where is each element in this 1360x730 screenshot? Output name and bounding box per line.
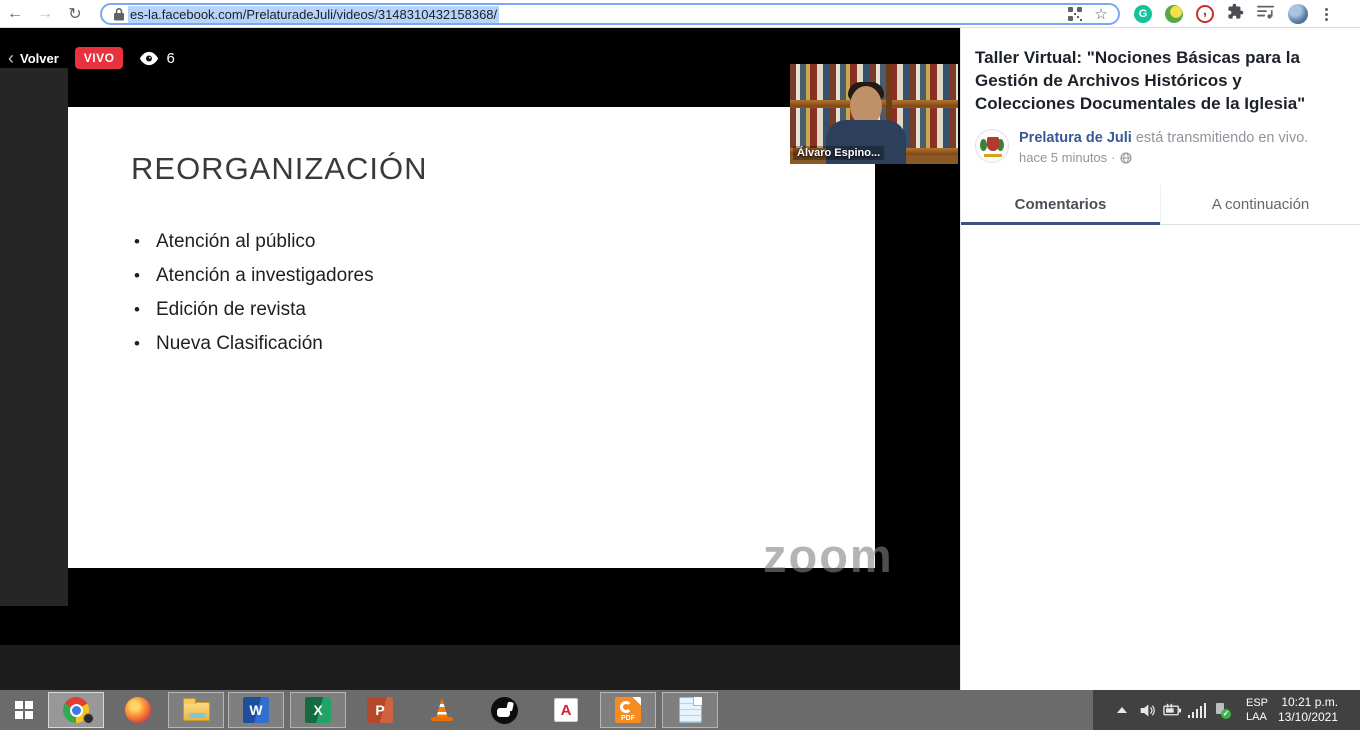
bookmark-star-icon[interactable]: ☆ [1092, 5, 1110, 23]
word-icon: W [243, 697, 269, 723]
clock-time: 10:21 p.m. [1278, 695, 1338, 710]
browser-toolbar: ← → ↻ es-la.facebook.com/PrelaturadeJuli… [0, 0, 1360, 28]
tray-language-indicator[interactable]: ESP LAA [1240, 690, 1274, 730]
taskbar-powerpoint-button[interactable]: P [352, 692, 408, 728]
zoom-watermark: zoom [763, 528, 894, 583]
player-left-letterbox [0, 68, 68, 606]
taskbar-foxit-button[interactable]: PDF [600, 692, 656, 728]
puzzle-extensions-icon[interactable] [1227, 3, 1244, 25]
video-title: Taller Virtual: "Nociones Básicas para l… [975, 46, 1344, 115]
taskbar-explorer-button[interactable] [168, 692, 224, 728]
sidebar-tabs: Comentarios A continuación [961, 185, 1360, 225]
tray-battery[interactable] [1160, 690, 1184, 730]
webcam-overlay: Álvaro Espino... [790, 64, 958, 164]
extensions-area: G , [1134, 2, 1332, 26]
acrobat-reader-icon: A [554, 698, 578, 722]
slide-bullet: Nueva Clasificación [134, 327, 374, 361]
eye-icon [139, 51, 159, 66]
tray-expand-chevron[interactable] [1112, 690, 1132, 730]
player-bottom-letterbox [0, 645, 960, 690]
windows-logo-icon [15, 701, 33, 719]
url-text[interactable]: es-la.facebook.com/PrelaturadeJuli/video… [128, 6, 499, 23]
facebook-sidebar: Taller Virtual: "Nociones Básicas para l… [960, 28, 1360, 690]
usb-eject-icon: ✓ [1213, 702, 1229, 718]
streaming-status: está transmitiendo en vivo. [1136, 130, 1308, 146]
speaker-icon [1139, 703, 1156, 718]
player-live-row: ‹ Volver VIVO 6 [8, 45, 175, 71]
taskbar-excel-button[interactable]: X [290, 692, 346, 728]
taskbar-word-button[interactable]: W [228, 692, 284, 728]
globe-privacy-icon [1120, 152, 1132, 164]
windows-taskbar: W X P A PDF [0, 690, 1360, 730]
tray-clock[interactable]: 10:21 p.m. 13/10/2021 [1272, 690, 1344, 730]
time-ago[interactable]: hace 5 minutos [1019, 150, 1107, 165]
slide-title: REORGANIZACIÓN [131, 151, 427, 187]
qr-code-icon[interactable] [1066, 5, 1084, 23]
chrome-profile-badge [83, 713, 94, 724]
video-player[interactable]: ‹ Volver VIVO 6 REORGANIZACIÓN Atención … [0, 28, 960, 690]
viewer-count-wrap: 6 [139, 50, 174, 67]
keyboard-layout: LAA [1246, 710, 1268, 724]
red-comma-extension-icon[interactable]: , [1196, 5, 1214, 23]
foxit-pdf-icon: PDF [615, 697, 641, 723]
meta-separator: · [1111, 150, 1115, 165]
black-circle-app-icon [491, 697, 518, 724]
tab-up-next[interactable]: A continuación [1160, 185, 1360, 224]
channel-avatar[interactable] [975, 129, 1009, 163]
slide-bullet: Atención a investigadores [134, 259, 374, 293]
lock-icon[interactable] [110, 5, 128, 23]
back-button[interactable]: Volver [20, 51, 59, 66]
start-button[interactable] [2, 692, 46, 728]
chevron-left-icon[interactable]: ‹ [8, 47, 14, 69]
signal-bars-icon [1188, 703, 1207, 718]
tray-usb-eject[interactable]: ✓ [1210, 690, 1232, 730]
post-meta: hace 5 minutos · [1019, 150, 1308, 165]
grammarly-extension-icon[interactable]: G [1134, 5, 1152, 23]
firefox-icon [125, 697, 151, 723]
live-badge: VIVO [75, 47, 124, 69]
forward-icon: → [30, 2, 60, 26]
browser-profile-avatar[interactable] [1288, 4, 1308, 24]
clock-date: 13/10/2021 [1278, 710, 1338, 725]
back-icon[interactable]: ← [0, 2, 30, 26]
address-bar[interactable]: es-la.facebook.com/PrelaturadeJuli/video… [100, 3, 1120, 25]
language-code: ESP [1246, 696, 1268, 710]
slide-bullet-list: Atención al público Atención a investiga… [134, 225, 374, 361]
browser-menu-icon[interactable] [1321, 8, 1332, 21]
channel-row: Prelatura de Juli está transmitiendo en … [975, 129, 1344, 165]
taskbar-vlc-button[interactable] [414, 692, 470, 728]
taskbar-chrome-button[interactable] [48, 692, 104, 728]
taskbar-notepad-button[interactable] [662, 692, 718, 728]
taskbar-black-circle-app-button[interactable] [476, 692, 532, 728]
taskbar-firefox-button[interactable] [110, 692, 166, 728]
reload-icon[interactable]: ↻ [60, 2, 90, 26]
tray-network[interactable] [1186, 690, 1208, 730]
channel-name-link[interactable]: Prelatura de Juli [1019, 130, 1132, 146]
webcam-participant-name: Álvaro Espino... [793, 146, 884, 160]
tray-volume[interactable] [1136, 690, 1158, 730]
green-yellow-extension-icon[interactable] [1165, 5, 1183, 23]
notepad-icon [679, 697, 702, 723]
battery-charging-icon [1163, 703, 1182, 717]
viewer-count: 6 [166, 50, 174, 67]
presentation-slide: REORGANIZACIÓN Atención al público Atenc… [68, 107, 875, 568]
slide-bullet: Atención al público [134, 225, 374, 259]
slide-bullet: Edición de revista [134, 293, 374, 327]
powerpoint-icon: P [367, 697, 393, 723]
excel-icon: X [305, 697, 331, 723]
chevron-up-icon [1117, 707, 1127, 713]
taskbar-acrobat-button[interactable]: A [538, 692, 594, 728]
vlc-cone-icon [429, 697, 455, 723]
file-explorer-icon [183, 702, 210, 721]
media-controls-icon[interactable] [1257, 4, 1275, 25]
tab-comments[interactable]: Comentarios [961, 185, 1160, 224]
